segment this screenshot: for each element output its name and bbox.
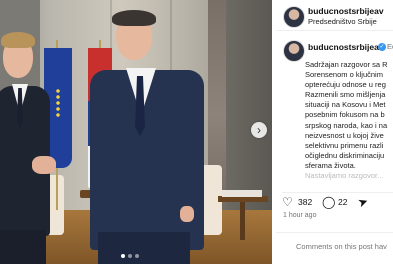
post-caption: Sadržajan razgovor sa R Sorensenom o klj… [305,60,393,181]
post-header: buducnostsrbijeav Predsedništvo Srbije [276,0,393,31]
comment-input[interactable] [296,242,393,251]
send-icon[interactable]: ➤ [356,194,370,211]
header-location[interactable]: Predsedništvo Srbije [308,17,377,26]
post-actions: ♡ 382 ◯ 22 ➤ [282,192,393,211]
like-count: 382 [298,197,313,207]
heart-icon[interactable]: ♡ [282,195,293,209]
caption-line: sferama života. [305,160,356,170]
edited-label: Ed [387,42,393,51]
carousel-dots [121,254,139,258]
verified-badge-icon: ✓ [378,43,386,51]
caption-line: situaciji na Kosovu i Met [305,100,386,110]
comment-count: 22 [338,197,348,207]
post-sidebar: buducnostsrbijeav Predsedništvo Srbije b… [276,0,393,274]
chevron-right-icon[interactable]: › [251,122,267,138]
carousel-dot [135,254,139,258]
papers [222,190,262,197]
caption-avatar[interactable] [283,40,305,62]
caption-line: neizvesnost u kojoj žive [305,130,384,140]
carousel-dot [128,254,132,258]
header-username[interactable]: buducnostsrbijeav [308,6,384,16]
caption-line: Sorensenom o ključnim [305,70,383,80]
side-table-leg [240,202,245,240]
caption-line: opterećuju odnose u reg [305,80,386,90]
handshake [32,156,56,174]
caption-line: posebnim fokusom na b [305,110,385,120]
caption-line: srpskog naroda, kao i na [305,120,388,130]
caption-line: selektivnu primenu razli [305,140,384,150]
caption-line: Razmenili smo mišljenja [305,90,386,100]
caption-line: Sadržajan razgovor sa R [305,60,388,69]
comment-bar [276,232,393,263]
post-image[interactable]: › [0,0,272,264]
carousel-dot [121,254,125,258]
caption-line: očiglednu diskriminaciju [305,150,385,160]
avatar[interactable] [283,6,305,28]
caption-username[interactable]: buducnostsrbijeav [308,42,384,52]
comment-icon[interactable]: ◯ [322,195,335,209]
post-timestamp: 1 hour ago [283,212,317,219]
caption-more[interactable]: Nastavljamo razgovor... [305,171,393,181]
